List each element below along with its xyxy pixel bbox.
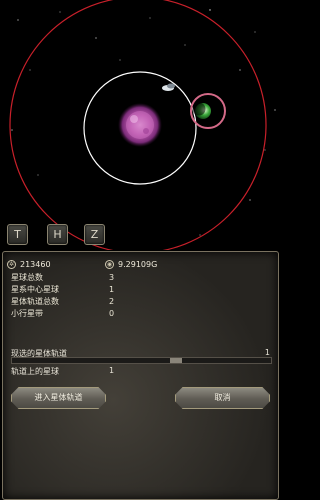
moon-planet-icon [162, 83, 175, 91]
stat-value: 1 [109, 285, 115, 294]
cancel-button[interactable]: 取消 [175, 387, 270, 409]
space-view[interactable] [0, 0, 281, 254]
stat-value: 2 [109, 297, 115, 306]
stat-row-planets: 星球总数 3 [11, 272, 131, 284]
central-star-icon [118, 103, 162, 147]
stat-label: 星球总数 [11, 273, 43, 282]
stat-row-center-stars: 星系中心星球 1 [11, 284, 131, 296]
stat-label: 星体轨道总数 [11, 297, 59, 306]
hotkey-z-button[interactable]: Z [84, 224, 105, 245]
crystal-resource: ✲ 213460 [7, 260, 51, 269]
galaxy-map [9, 0, 276, 254]
crystal-count: 213460 [20, 260, 51, 269]
stat-value: 3 [109, 273, 115, 282]
gear-icon: ✲ [7, 260, 16, 269]
hotkey-t-button[interactable]: T [7, 224, 28, 245]
selected-orbit-value: 1 [264, 348, 270, 357]
enter-orbit-button[interactable]: 进入星体轨道 [11, 387, 106, 409]
gold-count: 9.29109G [118, 260, 158, 269]
gold-resource: ◉ 9.29109G [105, 260, 157, 269]
stat-label: 星系中心星球 [11, 285, 59, 294]
hotkey-h-button[interactable]: H [47, 224, 68, 245]
coin-icon: ◉ [105, 260, 114, 269]
stat-row-asteroid-belts: 小行星带 0 [11, 308, 131, 320]
stat-row-orbits: 星体轨道总数 2 [11, 296, 131, 308]
orbit-slider-thumb[interactable] [170, 358, 182, 363]
orbit-slider[interactable] [11, 357, 272, 364]
stat-label: 小行星带 [11, 309, 43, 318]
orbit-info-panel: ✲ 213460 ◉ 9.29109G 星球总数 3 星系中心星球 1 星体轨道… [2, 251, 279, 500]
planets-on-orbit-value: 1 [109, 366, 115, 375]
stat-value: 0 [109, 309, 115, 318]
planets-on-orbit-label: 轨道上的星球 [11, 367, 59, 376]
